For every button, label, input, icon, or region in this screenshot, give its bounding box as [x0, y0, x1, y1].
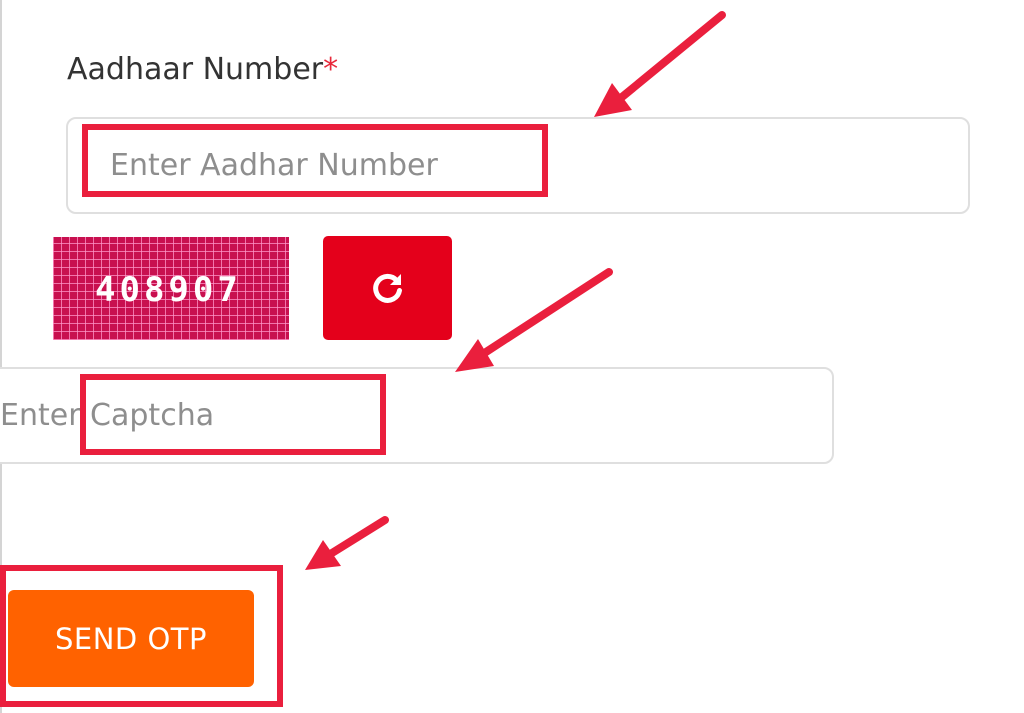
captcha-input-highlight	[80, 374, 386, 455]
refresh-icon	[372, 273, 402, 303]
refresh-captcha-button[interactable]	[323, 236, 452, 340]
arrow-to-captcha-input	[455, 268, 613, 372]
arrow-to-aadhaar-input	[594, 11, 726, 117]
required-asterisk: *	[323, 52, 339, 87]
captcha-image: 408907	[53, 237, 289, 340]
arrow-to-send-otp	[305, 516, 389, 570]
aadhaar-label: Aadhaar Number*	[67, 52, 338, 88]
send-otp-highlight	[0, 565, 283, 707]
aadhaar-label-text: Aadhaar Number	[67, 52, 324, 87]
aadhaar-input-highlight	[82, 124, 548, 197]
captcha-code: 408907	[95, 270, 242, 310]
